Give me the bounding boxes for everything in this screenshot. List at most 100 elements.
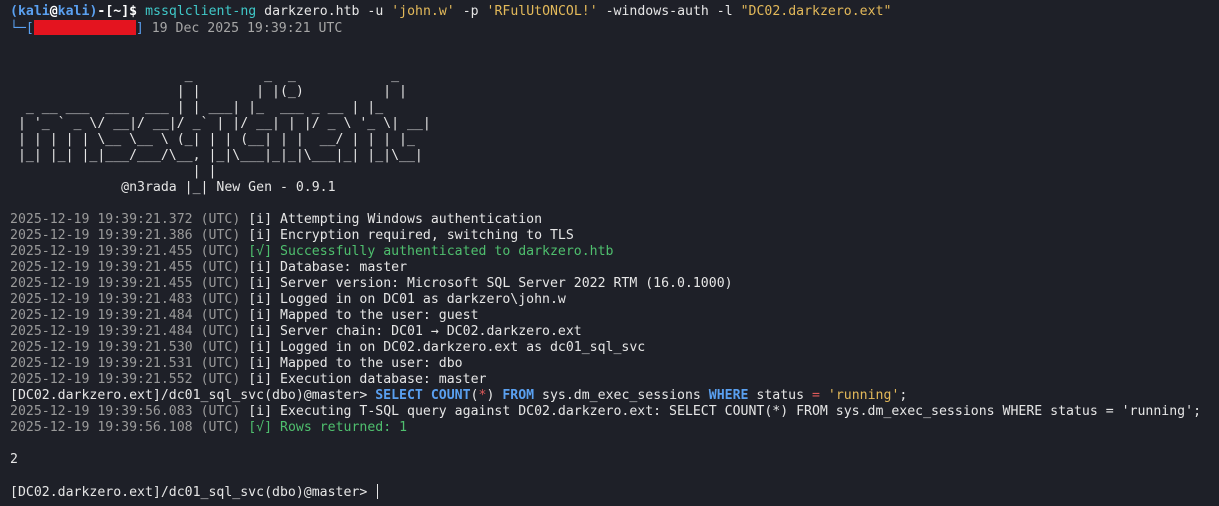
banner-line: | | | |(_) | |	[10, 84, 407, 99]
log-timezone: (UTC)	[200, 308, 241, 323]
log-timestamp: 2025-12-19 19:39:21.372	[10, 212, 193, 227]
prompt-paren-open: (	[10, 4, 18, 19]
log-timestamp: 2025-12-19 19:39:21.483	[10, 292, 193, 307]
sql-keyword-where: WHERE	[708, 388, 749, 403]
log-timezone: (UTC)	[200, 372, 241, 387]
log-timestamp: 2025-12-19 19:39:56.108	[10, 420, 193, 435]
command-name: mssqlclient-ng	[145, 4, 257, 19]
log-line: 2025-12-19 19:39:21.530 (UTC) [i] Logged…	[10, 340, 1219, 356]
sql-string-value: 'running'	[827, 388, 900, 403]
log-message-success: Rows returned: 1	[280, 420, 408, 435]
query-result: 2	[10, 452, 18, 467]
log-line: 2025-12-19 19:39:21.386 (UTC) [i] Encryp…	[10, 228, 1219, 244]
sql-table: sys.dm_exec_sessions	[534, 388, 709, 403]
log-level: [i]	[248, 324, 273, 339]
log-message: Server version: Microsoft SQL Server 202…	[280, 276, 733, 291]
log-timezone: (UTC)	[200, 420, 241, 435]
log-level-success: [√]	[248, 244, 273, 259]
log-line: 2025-12-19 19:39:56.083 (UTC) [i] Execut…	[10, 404, 1219, 420]
log-level: [i]	[248, 228, 273, 243]
prompt-host: kali	[57, 4, 90, 19]
log-timestamp: 2025-12-19 19:39:21.455	[10, 276, 193, 291]
log-timezone: (UTC)	[200, 340, 241, 355]
log-line: 2025-12-19 19:39:21.455 (UTC) [i] Server…	[10, 276, 1219, 292]
log-level: [i]	[248, 308, 273, 323]
command-user: 'john.w'	[391, 4, 455, 19]
command-link: "DC02.darkzero.ext"	[740, 4, 892, 19]
sql-paren-close: )	[486, 388, 495, 403]
log-timezone: (UTC)	[200, 356, 241, 371]
log-message: Mapped to the user: dbo	[280, 356, 463, 371]
log-timestamp: 2025-12-19 19:39:56.083	[10, 404, 193, 419]
log-line-success: 2025-12-19 19:39:21.455 (UTC) [√] Succes…	[10, 244, 1219, 260]
prompt-user: kali	[17, 4, 50, 19]
banner-line: _ __ ___ ___ ___ | | ___| |_ ___ _ __ | …	[10, 100, 384, 115]
log-line: 2025-12-19 19:39:21.484 (UTC) [i] Server…	[10, 324, 1219, 340]
sql-keyword-from: FROM	[502, 388, 535, 403]
sql-prompt: [DC02.darkzero.ext]/dc01_sql_svc(dbo)@ma…	[10, 485, 376, 500]
log-line-success: 2025-12-19 19:39:56.108 (UTC) [√] Rows r…	[10, 420, 1219, 436]
log-message: Server chain: DC01 → DC02.darkzero.ext	[280, 324, 582, 339]
log-message: Executing T-SQL query against DC02.darkz…	[280, 404, 1202, 419]
redacted-box	[33, 20, 136, 35]
log-line: 2025-12-19 19:39:21.552 (UTC) [i] Execut…	[10, 372, 1219, 388]
log-timestamp: 2025-12-19 19:39:21.484	[10, 308, 193, 323]
prompt-directory: -[~]	[97, 4, 130, 19]
banner-line: | '_ ` _ \/ __|/ __|/ _` | |/ __| | |/ _…	[10, 116, 431, 131]
log-timestamp: 2025-12-19 19:39:21.552	[10, 372, 193, 387]
banner-line: _ _ _ _	[10, 68, 400, 83]
log-line: 2025-12-19 19:39:21.531 (UTC) [i] Mapped…	[10, 356, 1219, 372]
command-flags: -windows-auth -l	[597, 4, 741, 19]
command-target: darkzero.htb -u	[264, 4, 392, 19]
log-level: [i]	[248, 340, 273, 355]
log-line: 2025-12-19 19:39:21.484 (UTC) [i] Mapped…	[10, 308, 1219, 324]
log-message: Encryption required, switching to TLS	[280, 228, 574, 243]
banner-line: | | | | | \__ \__ \ (_| | | (__| | | __/…	[10, 132, 415, 147]
log-timestamp: 2025-12-19 19:39:21.531	[10, 356, 193, 371]
shell-prompt-line: (kali@kali)-[~]$ mssqlclient-ng darkzero…	[10, 4, 1219, 20]
banner-version-line: @n3rada |_| New Gen - 0.9.1	[10, 180, 336, 195]
log-line: 2025-12-19 19:39:21.372 (UTC) [i] Attemp…	[10, 212, 1219, 228]
log-line: 2025-12-19 19:39:21.455 (UTC) [i] Databa…	[10, 260, 1219, 276]
command-password: 'RFulUtONCOL!'	[486, 4, 598, 19]
sql-column: status	[748, 388, 813, 403]
log-timezone: (UTC)	[200, 404, 241, 419]
log-timestamp: 2025-12-19 19:39:21.386	[10, 228, 193, 243]
log-message-success: Successfully authenticated to darkzero.h…	[280, 244, 614, 259]
log-level: [i]	[248, 404, 273, 419]
log-level: [i]	[248, 260, 273, 275]
log-level: [i]	[248, 276, 273, 291]
prompt-at: @	[49, 4, 58, 19]
log-line: 2025-12-19 19:39:21.483 (UTC) [i] Logged…	[10, 292, 1219, 308]
banner-line: |_| |_| |_|___/___/\__, |_|\___|_|_|\___…	[10, 148, 423, 163]
log-timezone: (UTC)	[200, 212, 241, 227]
sql-semicolon: ;	[899, 388, 908, 403]
sql-query-line: [DC02.darkzero.ext]/dc01_sql_svc(dbo)@ma…	[10, 388, 1219, 404]
log-message: Logged in on DC02.darkzero.ext as dc01_s…	[280, 340, 646, 355]
log-message: Attempting Windows authentication	[280, 212, 543, 227]
log-timezone: (UTC)	[200, 276, 241, 291]
log-timezone: (UTC)	[200, 324, 241, 339]
log-message: Database: master	[280, 260, 408, 275]
branch-prefix: └─[	[10, 21, 34, 36]
text-cursor[interactable]	[377, 484, 379, 499]
prompt-dollar: $	[129, 4, 138, 19]
log-timestamp: 2025-12-19 19:39:21.455	[10, 244, 193, 259]
shell-timestamp: 19 Dec 2025 19:39:21 UTC	[143, 21, 343, 36]
log-level-success: [√]	[248, 420, 273, 435]
terminal-window[interactable]: (kali@kali)-[~]$ mssqlclient-ng darkzero…	[0, 0, 1219, 506]
log-level: [i]	[248, 292, 273, 307]
shell-timestamp-line: └─[] 19 Dec 2025 19:39:21 UTC	[10, 20, 1219, 36]
log-level: [i]	[248, 372, 273, 387]
log-timestamp: 2025-12-19 19:39:21.484	[10, 324, 193, 339]
log-level: [i]	[248, 356, 273, 371]
sql-keyword-count: COUNT	[430, 388, 471, 403]
final-prompt-line[interactable]: [DC02.darkzero.ext]/dc01_sql_svc(dbo)@ma…	[10, 484, 1219, 500]
sql-equals: =	[812, 388, 820, 403]
sql-keyword-select: SELECT	[375, 388, 423, 403]
